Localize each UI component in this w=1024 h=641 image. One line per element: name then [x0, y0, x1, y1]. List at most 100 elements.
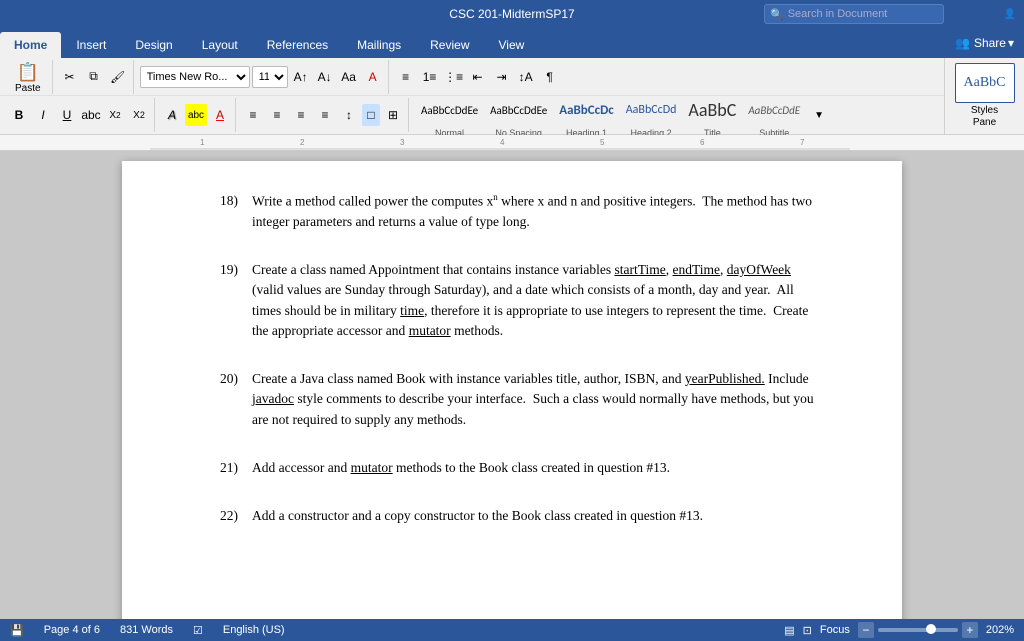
question-18-number: 18): [202, 191, 252, 232]
text-effect-button[interactable]: A: [161, 104, 183, 126]
zoom-out-button[interactable]: −: [858, 622, 874, 638]
question-22: 22) Add a constructor and a copy constru…: [202, 506, 822, 526]
save-icon: 💾: [10, 624, 24, 637]
superscript-button[interactable]: X2: [128, 104, 150, 126]
svg-text:5: 5: [600, 138, 605, 147]
font-style-group: B I U abc X2 X2: [4, 98, 155, 132]
more-styles-button[interactable]: ▼: [808, 104, 830, 126]
font-group: Times New Ro... 11 A↑ A↓ Aa A: [136, 60, 389, 94]
zoom-in-button[interactable]: +: [962, 622, 978, 638]
share-chevron[interactable]: ▾: [1008, 36, 1014, 50]
line-spacing-button[interactable]: ↕: [338, 104, 360, 126]
paste-group: 📋 Paste: [4, 60, 53, 94]
copy-button[interactable]: ⧉: [83, 66, 105, 88]
border-button[interactable]: ⊞: [382, 104, 404, 126]
tab-home[interactable]: Home: [0, 32, 61, 58]
question-21-text: Add accessor and mutator methods to the …: [252, 458, 822, 478]
style-no-spacing-preview: AaBbCcDdEe: [490, 92, 547, 128]
italic-button[interactable]: I: [32, 104, 54, 126]
style-title[interactable]: AaBbC Title: [684, 90, 740, 140]
ribbon-row2: B I U abc X2 X2 A abc A ≡ ≡ ≡ ≡ ↕ □ ⊞ Aa…: [0, 96, 1024, 134]
style-normal[interactable]: AaBbCcDdEe Normal: [417, 90, 482, 140]
focus-icon[interactable]: ⊡: [803, 624, 812, 637]
paste-icon: 📋: [17, 63, 39, 81]
style-normal-preview: AaBbCcDdEe: [421, 92, 478, 128]
svg-text:2: 2: [300, 138, 305, 147]
font-name-select[interactable]: Times New Ro...: [140, 66, 250, 88]
subscript-button[interactable]: X2: [104, 104, 126, 126]
tab-mailings[interactable]: Mailings: [343, 32, 415, 58]
styles-pane-label: StylesPane: [971, 105, 998, 129]
tab-references[interactable]: References: [253, 32, 342, 58]
person-icon: 👥: [955, 36, 970, 50]
status-bar: 💾 Page 4 of 6 831 Words ☑ English (US) ▤…: [0, 619, 1024, 641]
document-page[interactable]: 18) Write a method called power the comp…: [122, 161, 902, 619]
style-no-spacing[interactable]: AaBbCcDdEe No Spacing: [486, 90, 551, 140]
styles-pane-preview: AaBbC: [955, 63, 1015, 103]
style-heading1[interactable]: AaBbCcDc Heading 1: [555, 90, 618, 140]
question-18-text: Write a method called power the computes…: [252, 191, 822, 232]
app-title: CSC 201-MidtermSP17: [449, 7, 574, 21]
svg-text:1: 1: [200, 138, 205, 147]
strikethrough-button[interactable]: abc: [80, 104, 102, 126]
cut-button[interactable]: ✂: [59, 66, 81, 88]
yearpublished-text: yearPublished.: [685, 371, 765, 386]
svg-text:3: 3: [400, 138, 405, 147]
endtime-text: endTime: [673, 262, 721, 277]
page-info: Page 4 of 6: [44, 624, 100, 636]
align-right-button[interactable]: ≡: [290, 104, 312, 126]
shading-button[interactable]: □: [362, 104, 380, 126]
share-label[interactable]: Share: [974, 36, 1006, 50]
format-painter-button[interactable]: 🖌: [107, 66, 129, 88]
highlight-button[interactable]: abc: [185, 104, 207, 126]
question-18: 18) Write a method called power the comp…: [202, 191, 822, 232]
tab-layout[interactable]: Layout: [188, 32, 252, 58]
style-title-preview: AaBbC: [688, 92, 736, 128]
starttime-text: startTime: [615, 262, 666, 277]
tab-design[interactable]: Design: [121, 32, 186, 58]
clear-format-button[interactable]: A: [362, 66, 384, 88]
tab-bar: Home Insert Design Layout References Mai…: [0, 28, 1024, 58]
question-20-number: 20): [202, 369, 252, 430]
tab-review[interactable]: Review: [416, 32, 483, 58]
search-icon: 🔍: [770, 8, 784, 21]
justify-button[interactable]: ≡: [314, 104, 336, 126]
status-right: ▤ ⊡ Focus − + 202%: [784, 622, 1014, 638]
case-button[interactable]: Aa: [338, 66, 360, 88]
question-20: 20) Create a Java class named Book with …: [202, 369, 822, 430]
font-color-button[interactable]: A: [209, 104, 231, 126]
shrink-font-button[interactable]: A↓: [314, 66, 336, 88]
zoom-slider[interactable]: [878, 628, 958, 632]
question-19: 19) Create a class named Appointment tha…: [202, 260, 822, 341]
font-size-select[interactable]: 11: [252, 66, 288, 88]
tab-view[interactable]: View: [485, 32, 539, 58]
javadoc-text: javadoc: [252, 391, 294, 406]
account-btn[interactable]: 👤: [996, 0, 1024, 28]
tab-insert[interactable]: Insert: [62, 32, 120, 58]
time-text: time,: [400, 303, 427, 318]
styles-pane-button[interactable]: AaBbC StylesPane: [944, 58, 1024, 134]
text-effects-group: A abc A: [157, 98, 236, 132]
focus-label: Focus: [820, 624, 850, 636]
style-subtitle-preview: AaBbCcDdE: [748, 92, 800, 128]
search-box[interactable]: 🔍 Search in Document: [764, 4, 944, 24]
bold-button[interactable]: B: [8, 104, 30, 126]
question-20-text: Create a Java class named Book with inst…: [252, 369, 822, 430]
question-22-number: 22): [202, 506, 252, 526]
ruler: 1 2 3 4 5 6 7: [0, 135, 1024, 151]
question-19-text: Create a class named Appointment that co…: [252, 260, 822, 341]
style-heading1-preview: AaBbCcDc: [559, 92, 614, 128]
align-center-button[interactable]: ≡: [266, 104, 288, 126]
style-heading2[interactable]: AaBbCcDd Heading 2: [622, 90, 681, 140]
style-subtitle[interactable]: AaBbCcDdE Subtitle: [744, 90, 804, 140]
layout-icon[interactable]: ▤: [784, 624, 794, 637]
mutator-text-19: mutator: [409, 323, 451, 338]
paste-button[interactable]: 📋 Paste: [8, 60, 48, 94]
alignment-group: ≡ ≡ ≡ ≡ ↕ □ ⊞: [238, 98, 409, 132]
superscript-n: n: [493, 192, 498, 202]
underline-button[interactable]: U: [56, 104, 78, 126]
grow-font-button[interactable]: A↑: [290, 66, 312, 88]
align-left-button[interactable]: ≡: [242, 104, 264, 126]
mutator-text-21: mutator: [351, 460, 393, 475]
question-21: 21) Add accessor and mutator methods to …: [202, 458, 822, 478]
